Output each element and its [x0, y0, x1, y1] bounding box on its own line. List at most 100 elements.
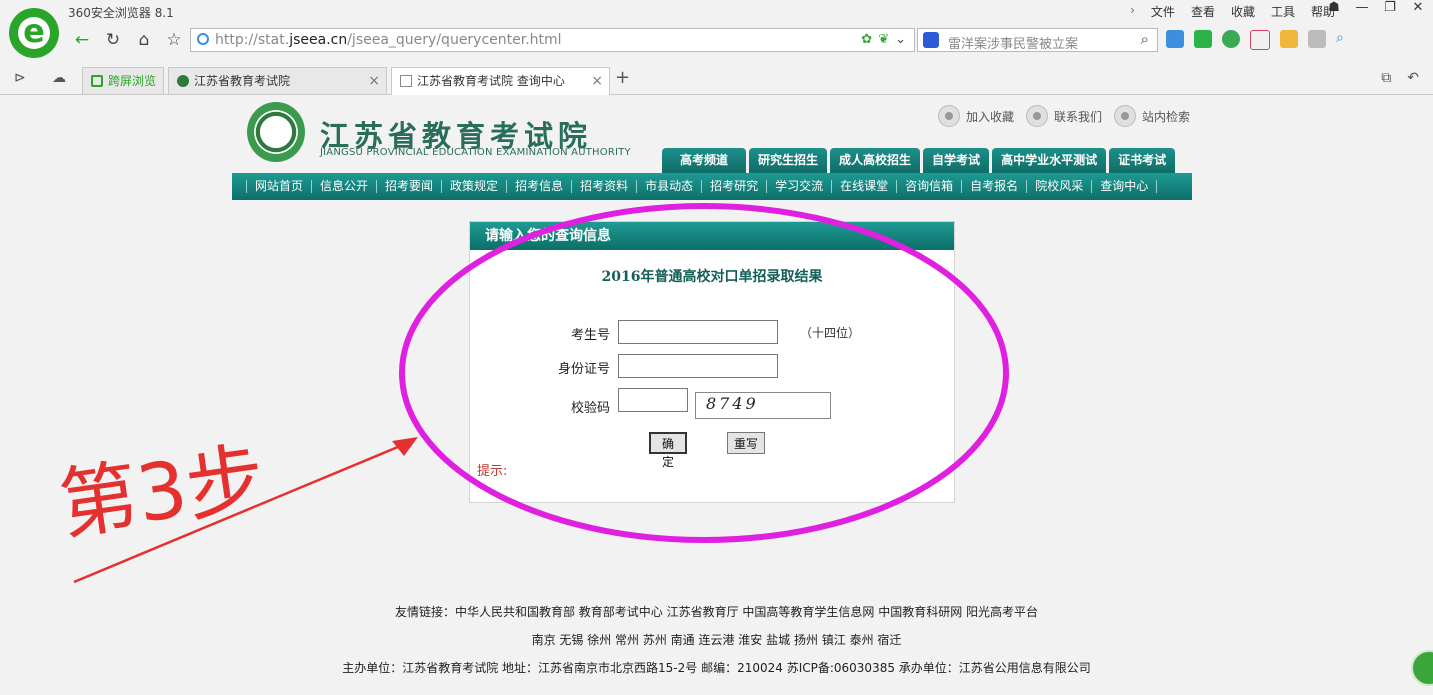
address-bar[interactable]: http://stat.jseea.cn/jseea_query/queryce… [190, 28, 915, 52]
back-icon[interactable]: ← [70, 29, 94, 51]
zoom-icon[interactable]: ⌕ [1336, 30, 1354, 48]
wechat-icon[interactable] [1194, 30, 1212, 48]
query-panel-header: 请输入您的查询信息 [470, 222, 954, 250]
exam-no-label: 考生号 [570, 328, 610, 343]
menu-view[interactable]: 查看 [1191, 3, 1215, 20]
nav-policy[interactable]: 政策规定 [441, 180, 506, 193]
nav-exchange[interactable]: 学习交流 [766, 180, 831, 193]
search-input[interactable]: 雷洋案涉事民警被立案 [948, 33, 1078, 52]
house-icon [1026, 105, 1049, 127]
refresh-icon[interactable]: ↻ [101, 29, 125, 51]
apps-icon[interactable] [1166, 30, 1184, 48]
phone-icon [91, 75, 103, 87]
site-name-english: JIANGSU PROVINCIAL EDUCATION EXAMINATION… [320, 147, 631, 158]
cloud-icon[interactable]: ☁ [52, 70, 66, 86]
submit-button[interactable]: 确定 [649, 432, 687, 469]
game-icon[interactable] [1308, 30, 1326, 48]
tab-self-study[interactable]: 自学考试 [923, 148, 990, 173]
tab-jseea-home[interactable]: 江苏省教育考试院 × [168, 67, 387, 94]
nav-query-center[interactable]: 查询中心 [1091, 180, 1158, 193]
menu-tools[interactable]: 工具 [1271, 3, 1295, 20]
id-number-label: 身份证号 [557, 362, 610, 377]
tab-tools: ⧉ ↶ [1381, 70, 1419, 86]
query-panel: 请输入您的查询信息 2016年普通高校对口单招录取结果 考生号 （十四位） 身份… [469, 221, 955, 503]
address-text[interactable]: http://stat.jseea.cn/jseea_query/queryce… [215, 32, 562, 48]
top-links: 加入收藏 联系我们 站内检索 [938, 105, 1194, 127]
extension-icons: ⌕ [1166, 30, 1354, 50]
globe-icon [197, 33, 209, 45]
dropdown-icon[interactable]: ⌄ [895, 32, 906, 47]
home-icon[interactable]: ⌂ [132, 29, 156, 51]
nav-home[interactable]: 网站首页 [246, 180, 311, 193]
skin-icon[interactable]: ☗ [1323, 0, 1345, 18]
add-favorite-link[interactable]: 加入收藏 [938, 105, 1014, 127]
tab-graduate[interactable]: 研究生招生 [749, 148, 828, 173]
tab-list-icon[interactable]: ⧉ [1381, 70, 1391, 86]
query-title: 2016年普通高校对口单招录取结果 [601, 269, 823, 285]
menu-file[interactable]: 文件 [1151, 3, 1175, 20]
magnifier-icon [1114, 105, 1137, 127]
contact-link[interactable]: 联系我们 [1026, 105, 1102, 127]
menu-expand-icon[interactable]: › [1130, 3, 1135, 20]
exam-no-field[interactable] [618, 320, 778, 344]
browser-titlebar: 360安全浏览器 8.1 › 文件 查看 收藏 工具 帮助 ☗ — ❐ ✕ ← … [0, 0, 1433, 64]
site-search-link[interactable]: 站内检索 [1114, 105, 1190, 127]
address-actions: ✿ ❦ ⌄ [861, 32, 906, 47]
nav-mailbox[interactable]: 咨询信箱 [896, 180, 961, 193]
captcha-field[interactable] [618, 388, 688, 412]
tip-label: 提示: [477, 464, 508, 479]
page-icon [400, 75, 412, 87]
browser-menu: › 文件 查看 收藏 工具 帮助 [1130, 3, 1335, 20]
captcha-image[interactable]: 8749 [695, 392, 831, 419]
undo-close-icon[interactable]: ↶ [1407, 70, 1419, 86]
nav-research[interactable]: 招考研究 [701, 180, 766, 193]
compat-mode-icon[interactable]: ✿ [861, 32, 872, 47]
tab-query-center[interactable]: 江苏省教育考试院 查询中心 × [391, 67, 610, 95]
site-favicon-icon [177, 75, 189, 87]
tab-certificate[interactable]: 证书考试 [1109, 148, 1176, 173]
jseea-emblem-icon [247, 102, 305, 162]
nav-news[interactable]: 招考要闻 [376, 180, 441, 193]
nav-materials[interactable]: 招考资料 [571, 180, 636, 193]
web-page: 江苏省教育考试院 JIANGSU PROVINCIAL EDUCATION EX… [0, 95, 1433, 695]
new-tab-button[interactable]: + [615, 67, 630, 88]
close-window-icon[interactable]: ✕ [1407, 0, 1429, 18]
tab-academic-test[interactable]: 高中学业水平测试 [992, 148, 1107, 173]
tab-close-icon[interactable]: × [368, 68, 380, 94]
search-box[interactable]: 雷洋案涉事民警被立案 ⌕ [917, 28, 1158, 52]
translate-icon[interactable] [1250, 30, 1270, 50]
nav-info-open[interactable]: 信息公开 [311, 180, 376, 193]
tab-cross-screen[interactable]: 跨屏浏览 [82, 67, 164, 94]
screenshot-icon[interactable] [1280, 30, 1298, 48]
nav-self-exam-signup[interactable]: 自考报名 [961, 180, 1026, 193]
nav-online-class[interactable]: 在线课堂 [831, 180, 896, 193]
sidebar-toggle-icon[interactable]: ⊳ [14, 70, 26, 86]
tab-gaokao[interactable]: 高考频道 [662, 148, 747, 173]
tab-strip: ⊳ ☁ 跨屏浏览 江苏省教育考试院 × 江苏省教育考试院 查询中心 × [0, 64, 1433, 95]
tab-adult[interactable]: 成人高校招生 [830, 148, 921, 173]
footer-info: 主办单位：江苏省教育考试院 地址：江苏省南京市北京西路15-2号 邮编：2100… [342, 661, 1091, 675]
nav-exam-info[interactable]: 招考信息 [506, 180, 571, 193]
nav-colleges[interactable]: 院校风采 [1026, 180, 1091, 193]
footer-cities[interactable]: 南京 无锡 徐州 常州 苏州 南通 连云港 淮安 盐城 扬州 镇江 泰州 宿迁 [0, 631, 1433, 648]
baidu-paw-icon[interactable] [923, 32, 939, 48]
exam-no-hint: （十四位） [800, 326, 861, 340]
nav-local[interactable]: 市县动态 [636, 180, 701, 193]
maximize-icon[interactable]: ❐ [1379, 0, 1401, 18]
menu-favorites[interactable]: 收藏 [1231, 3, 1255, 20]
main-nav: 网站首页 信息公开 招考要闻 政策规定 招考信息 招考资料 市县动态 招考研究 … [232, 173, 1192, 200]
window-controls: ☗ — ❐ ✕ [1323, 0, 1429, 18]
search-icon[interactable]: ⌕ [1141, 30, 1149, 48]
channel-tabs: 高考频道 研究生招生 成人高校招生 自学考试 高中学业水平测试 证书考试 [662, 148, 1176, 173]
minimize-icon[interactable]: — [1351, 0, 1373, 18]
browser-logo-icon [9, 8, 59, 58]
footer-links[interactable]: 友情链接：中华人民共和国教育部 教育部考试中心 江苏省教育厅 中国高等教育学生信… [0, 603, 1433, 620]
star-icon[interactable]: ☆ [162, 29, 186, 51]
favorite-icon [938, 105, 960, 127]
shield-icon[interactable] [1222, 30, 1240, 48]
id-number-field[interactable] [618, 354, 778, 378]
leaf-icon[interactable]: ❦ [878, 32, 889, 47]
captcha-label: 校验码 [570, 401, 610, 416]
tab-close-icon[interactable]: × [591, 68, 603, 94]
reset-button[interactable]: 重写 [727, 432, 765, 454]
